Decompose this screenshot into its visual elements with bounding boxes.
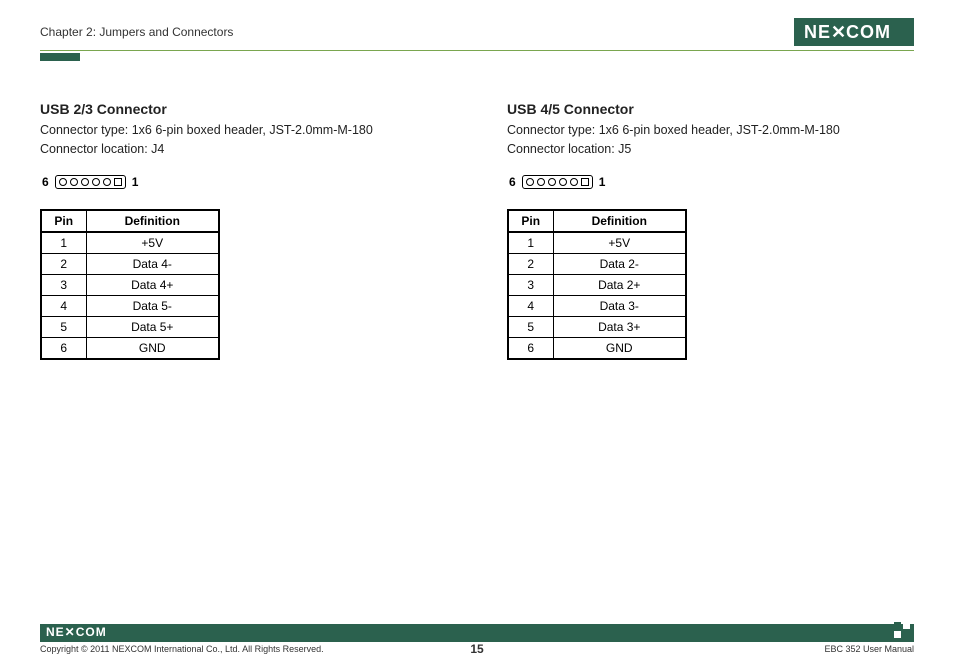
footer-logo: NE✕COM [46,626,116,641]
nexcom-logo: NE ✕ COM [794,18,914,46]
cell-pin: 3 [41,274,86,295]
cell-pin: 1 [41,232,86,254]
table-row: 4Data 3- [508,295,686,316]
page-number: 15 [470,642,483,656]
cell-pin: 5 [41,316,86,337]
svg-text:NE: NE [804,22,831,42]
footer-squares-icon [888,624,908,642]
pin-label-left: 6 [509,175,516,189]
connector-diagram: 6 1 [42,175,447,189]
svg-text:COM: COM [846,22,891,42]
table-header-pin: Pin [41,210,86,232]
connector-diagram: 6 1 [509,175,914,189]
table-header-row: Pin Definition [508,210,686,232]
pin-icon [537,178,545,186]
manual-name: EBC 352 User Manual [824,644,914,654]
cell-def: Data 5+ [86,316,219,337]
section-title: USB 4/5 Connector [507,101,914,117]
cell-pin: 3 [508,274,553,295]
section-title: USB 2/3 Connector [40,101,447,117]
header-accent-bar [40,53,80,61]
table-row: 3Data 2+ [508,274,686,295]
pin-icon [570,178,578,186]
pinout-table: Pin Definition 1+5V 2Data 2- 3Data 2+ 4D… [507,209,687,360]
svg-text:✕: ✕ [831,22,847,42]
footer-bar: NE✕COM [40,624,914,642]
cell-def: Data 3- [553,295,686,316]
table-header-def: Definition [553,210,686,232]
right-column: USB 4/5 Connector Connector type: 1x6 6-… [507,101,914,360]
cell-pin: 2 [508,253,553,274]
pin-icon [548,178,556,186]
cell-pin: 4 [508,295,553,316]
table-header-row: Pin Definition [41,210,219,232]
page-footer: NE✕COM Copyright © 2011 NEXCOM Internati… [40,624,914,654]
table-row: 5Data 5+ [41,316,219,337]
pin-label-right: 1 [132,175,139,189]
table-row: 2Data 4- [41,253,219,274]
table-row: 2Data 2- [508,253,686,274]
cell-def: Data 2- [553,253,686,274]
section-description: Connector type: 1x6 6-pin boxed header, … [40,121,447,159]
cell-pin: 6 [41,337,86,359]
connector-type: Connector type: 1x6 6-pin boxed header, … [40,123,373,137]
table-row: 6GND [41,337,219,359]
table-row: 3Data 4+ [41,274,219,295]
table-row: 6GND [508,337,686,359]
header-box-icon [522,175,593,189]
cell-def: Data 4- [86,253,219,274]
cell-def: +5V [86,232,219,254]
cell-pin: 2 [41,253,86,274]
table-header-def: Definition [86,210,219,232]
cell-pin: 5 [508,316,553,337]
pin-label-left: 6 [42,175,49,189]
header-box-icon [55,175,126,189]
cell-pin: 1 [508,232,553,254]
connector-location: Connector location: J5 [507,142,631,156]
table-row: 1+5V [508,232,686,254]
footer-meta: Copyright © 2011 NEXCOM International Co… [40,644,914,654]
copyright-text: Copyright © 2011 NEXCOM International Co… [40,644,324,654]
table-row: 5Data 3+ [508,316,686,337]
chapter-title: Chapter 2: Jumpers and Connectors [40,25,233,39]
left-column: USB 2/3 Connector Connector type: 1x6 6-… [40,101,447,360]
pin-icon [559,178,567,186]
cell-def: +5V [553,232,686,254]
pin-icon [103,178,111,186]
pin-icon [526,178,534,186]
cell-def: Data 5- [86,295,219,316]
cell-def: GND [86,337,219,359]
connector-location: Connector location: J4 [40,142,164,156]
cell-def: Data 2+ [553,274,686,295]
table-row: 1+5V [41,232,219,254]
svg-text:NE✕COM: NE✕COM [46,626,107,638]
page-header: Chapter 2: Jumpers and Connectors NE ✕ C… [40,18,914,51]
pin-icon [581,178,589,186]
cell-pin: 4 [41,295,86,316]
pin-icon [92,178,100,186]
connector-type: Connector type: 1x6 6-pin boxed header, … [507,123,840,137]
cell-pin: 6 [508,337,553,359]
main-content: USB 2/3 Connector Connector type: 1x6 6-… [40,101,914,360]
cell-def: Data 3+ [553,316,686,337]
table-row: 4Data 5- [41,295,219,316]
pin-label-right: 1 [599,175,606,189]
table-header-pin: Pin [508,210,553,232]
cell-def: GND [553,337,686,359]
cell-def: Data 4+ [86,274,219,295]
pin-icon [59,178,67,186]
section-description: Connector type: 1x6 6-pin boxed header, … [507,121,914,159]
pin-icon [114,178,122,186]
pin-icon [81,178,89,186]
pin-icon [70,178,78,186]
pinout-table: Pin Definition 1+5V 2Data 4- 3Data 4+ 4D… [40,209,220,360]
